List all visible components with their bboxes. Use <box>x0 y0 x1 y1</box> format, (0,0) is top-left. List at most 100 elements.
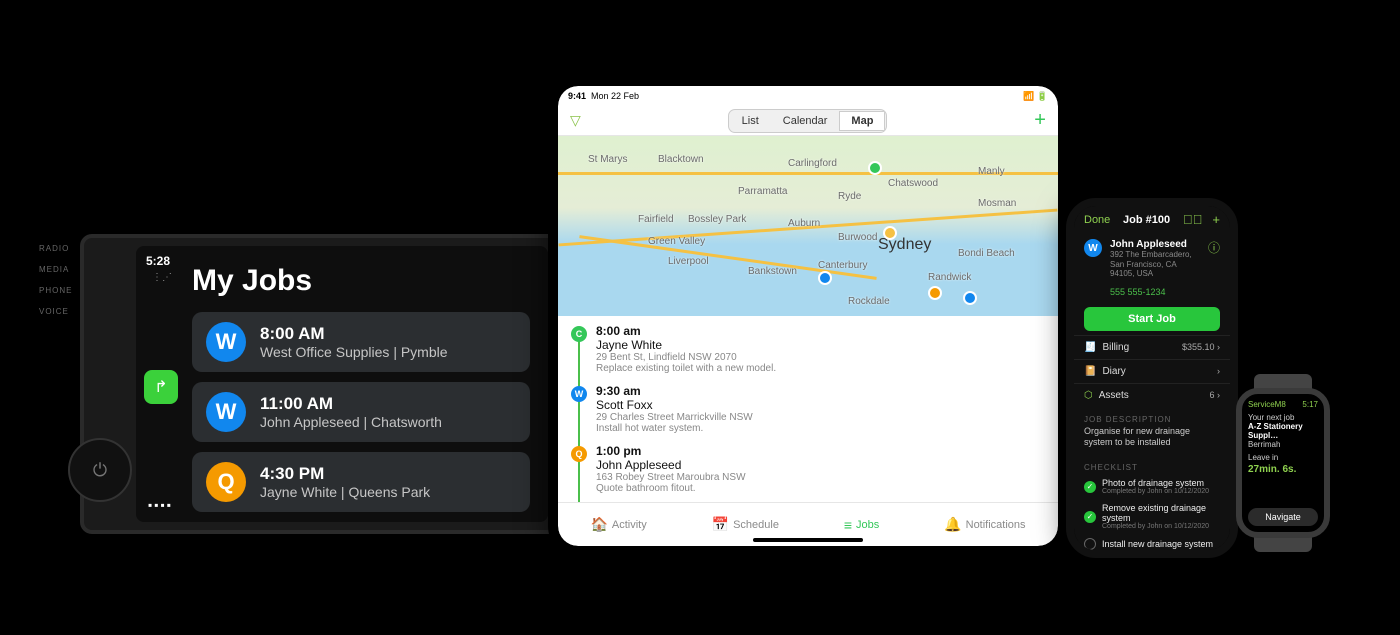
map-view[interactable]: Sydney St Marys Blacktown Carlingford Ma… <box>558 136 1058 316</box>
segment-calendar[interactable]: Calendar <box>771 111 840 131</box>
watch-leave-label: Leave in <box>1248 453 1318 462</box>
info-icon[interactable]: ⓘ <box>1208 239 1220 279</box>
client-avatar: W <box>1084 239 1102 257</box>
add-icon[interactable]: + <box>1212 212 1220 227</box>
carplay-app-icon[interactable]: ↱ <box>144 370 178 404</box>
map-label: Bankstown <box>748 266 797 277</box>
section-job-description: JOB DESCRIPTION <box>1074 407 1230 426</box>
bell-icon: 🔔 <box>944 516 961 533</box>
carplay-btn-phone[interactable]: PHONE <box>39 286 72 295</box>
segment-list[interactable]: List <box>730 111 771 131</box>
carplay-unit: RADIO MEDIA PHONE VOICE ⏻ 5:28 ⋮⋰ ↱ ▪▪▪▪… <box>80 234 560 534</box>
map-label: Randwick <box>928 272 971 283</box>
job-time: 8:00 am <box>596 324 1046 338</box>
job-address: 29 Charles Street Marrickville NSW <box>596 412 1046 423</box>
map-pin[interactable] <box>963 291 977 305</box>
home-icon: 🏠 <box>590 516 607 533</box>
tab-notifications[interactable]: 🔔Notifications <box>944 516 1025 533</box>
job-timeline: C 8:00 am Jayne White 29 Bent St, Lindfi… <box>558 316 1058 502</box>
job-status-badge: Q <box>206 462 246 502</box>
done-button[interactable]: Done <box>1084 214 1110 226</box>
map-label: Bondi Beach <box>958 248 1015 259</box>
row-diary[interactable]: 📔Diary› <box>1074 359 1230 383</box>
checklist-item[interactable]: Install new drainage system <box>1074 534 1230 554</box>
carplay-screen: 5:28 ⋮⋰ ↱ ▪▪▪▪ My Jobs W 8:00 AM West Of… <box>136 246 548 522</box>
list-icon: ≡ <box>844 517 852 533</box>
job-address: 29 Bent St, Lindfield NSW 2070 <box>596 352 1046 363</box>
checklist-item[interactable]: ✓Remove existing drainage systemComplete… <box>1074 499 1230 534</box>
client-address: 392 The Embarcadero, San Francisco, CA 9… <box>1110 250 1200 279</box>
map-star-icon <box>883 226 897 240</box>
ipad-statusbar: 9:41 Mon 22 Feb 📶 🔋 <box>558 86 1058 106</box>
map-label: Liverpool <box>668 256 709 267</box>
map-label: Green Valley <box>648 236 705 247</box>
home-indicator[interactable] <box>753 538 863 542</box>
map-label: Carlingford <box>788 158 837 169</box>
job-client: Scott Foxx <box>596 398 1046 412</box>
row-assets[interactable]: ⬡Assets6 › <box>1074 383 1230 407</box>
filter-icon[interactable]: ▽ <box>570 112 581 129</box>
power-knob[interactable]: ⏻ <box>68 438 132 502</box>
watch-job-name: A-Z Stationery Suppl… <box>1248 422 1318 440</box>
job-time: 1:00 pm <box>596 444 1046 458</box>
map-pin[interactable] <box>928 286 942 300</box>
view-segmented-control[interactable]: List Calendar Map <box>728 109 888 133</box>
tab-jobs[interactable]: ≡Jobs <box>844 517 879 533</box>
tab-activity[interactable]: 🏠Activity <box>590 516 646 533</box>
job-time: 4:30 PM <box>260 464 430 484</box>
check-icon: ✓ <box>1084 511 1096 523</box>
timeline-item[interactable]: W 9:30 am Scott Foxx 29 Charles Street M… <box>596 384 1046 434</box>
map-label: Bossley Park <box>688 214 746 225</box>
job-subtitle: John Appleseed | Chatsworth <box>260 414 442 430</box>
client-row[interactable]: W John Appleseed 392 The Embarcadero, Sa… <box>1074 233 1230 285</box>
job-description: Install hot water system. <box>596 423 1046 434</box>
ipad-toolbar: ▽ List Calendar Map + <box>558 106 1058 136</box>
tab-schedule[interactable]: 📅Schedule <box>712 516 779 533</box>
navigate-button[interactable]: Navigate <box>1248 508 1318 526</box>
client-phone[interactable]: 555 555-1234 <box>1074 285 1230 303</box>
section-checklist: CHECKLIST <box>1074 455 1230 474</box>
watch-suburb: Berrimah <box>1248 440 1318 449</box>
add-button[interactable]: + <box>1034 109 1046 132</box>
map-label: St Marys <box>588 154 627 165</box>
job-time: 11:00 AM <box>260 394 442 414</box>
carplay-btn-media[interactable]: MEDIA <box>39 265 72 274</box>
map-label: Rockdale <box>848 296 890 307</box>
map-label: Blacktown <box>658 154 704 165</box>
segment-map[interactable]: Map <box>839 111 885 131</box>
carplay-btn-radio[interactable]: RADIO <box>39 244 72 253</box>
job-description: Replace existing toilet with a new model… <box>596 363 1046 374</box>
carplay-job-row[interactable]: W 11:00 AM John Appleseed | Chatsworth <box>192 382 530 442</box>
camera-icon[interactable]: ◯⃝ <box>1183 212 1203 227</box>
carplay-home-icon[interactable]: ▪▪▪▪ <box>148 498 173 512</box>
watch-time: 5:17 <box>1302 400 1318 409</box>
map-label: Chatswood <box>888 178 938 189</box>
iphone-navbar: Done Job #100 ◯⃝+ <box>1074 206 1230 233</box>
map-label: Burwood <box>838 232 877 243</box>
watch-device: ServiceM85:17 Your next job A-Z Statione… <box>1236 388 1330 538</box>
map-pin[interactable] <box>818 271 832 285</box>
job-time: 9:30 am <box>596 384 1046 398</box>
map-pin[interactable] <box>868 161 882 175</box>
status-badge: W <box>571 386 587 402</box>
job-status-badge: W <box>206 322 246 362</box>
assets-icon: ⬡ <box>1084 390 1093 401</box>
carplay-job-row[interactable]: W 8:00 AM West Office Supplies | Pymble <box>192 312 530 372</box>
carplay-job-row[interactable]: Q 4:30 PM Jayne White | Queens Park <box>192 452 530 512</box>
map-label: Parramatta <box>738 186 787 197</box>
carplay-btn-voice[interactable]: VOICE <box>39 307 72 316</box>
row-billing[interactable]: 🧾Billing$355.10 › <box>1074 335 1230 359</box>
status-badge: C <box>571 326 587 342</box>
ipad-status-icons: 📶 🔋 <box>1023 91 1048 102</box>
checklist-item[interactable]: ✓Photo of drainage systemCompleted by Jo… <box>1074 474 1230 499</box>
carplay-side-buttons: RADIO MEDIA PHONE VOICE <box>39 244 72 316</box>
job-subtitle: Jayne White | Queens Park <box>260 484 430 500</box>
map-label: Manly <box>978 166 1005 177</box>
diary-icon: 📔 <box>1084 366 1096 377</box>
timeline-item[interactable]: C 8:00 am Jayne White 29 Bent St, Lindfi… <box>596 324 1046 374</box>
billing-icon: 🧾 <box>1084 342 1096 353</box>
start-job-button[interactable]: Start Job <box>1084 307 1220 331</box>
calendar-icon: 📅 <box>712 516 729 533</box>
timeline-item[interactable]: Q 1:00 pm John Appleseed 163 Robey Stree… <box>596 444 1046 494</box>
carplay-time: 5:28 <box>146 254 170 268</box>
